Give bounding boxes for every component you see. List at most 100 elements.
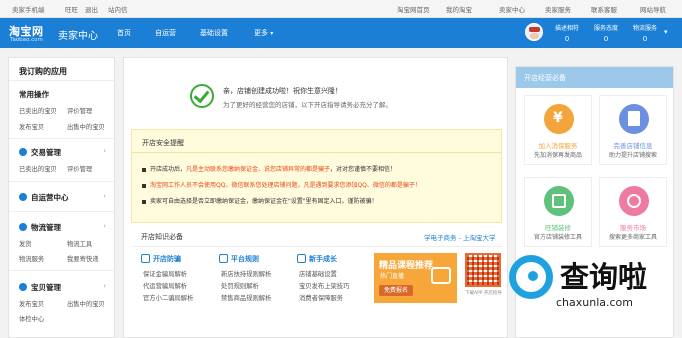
sidebar-link-publish[interactable]: 发布宝贝 <box>19 299 44 308</box>
sidebar-link-sold-items[interactable]: 已卖出的宝贝 <box>19 106 57 115</box>
sidebar-link-on-sale[interactable]: 出售中的宝贝 <box>67 299 105 308</box>
contact-service-link[interactable]: 联系客服 <box>591 4 617 14</box>
card-store-info[interactable]: 完善店铺信息 助力提升店铺搜索 <box>599 95 667 165</box>
col-item[interactable]: 宝贝发布上架技巧 <box>299 281 349 290</box>
col-item[interactable]: 代运营骗局解析 <box>143 281 187 290</box>
course-title: 精品课程推荐 <box>379 261 434 271</box>
col-item[interactable]: 新店扶持规则解析 <box>221 269 271 278</box>
site-nav-link[interactable]: 网站导航 <box>640 4 666 14</box>
notice-text: ，对对您谨慎不要相信！ <box>330 166 397 173</box>
notice-line: 卖家可自由选择是否立即缴纳保证金，缴纳保证金在"设置"里有固定入口，谨防被骗！ <box>142 196 378 205</box>
card-title: 完善店铺信息 <box>613 142 653 150</box>
avatar[interactable] <box>525 23 543 41</box>
nav-basic-settings[interactable]: 基础设置 <box>200 28 228 38</box>
sidebar-link-publish[interactable]: 发布宝贝 <box>19 122 44 131</box>
divider <box>9 80 114 81</box>
course-signup-button[interactable]: 免费报名 <box>379 285 413 296</box>
stat-logistics: 物流服务 0 <box>625 23 665 43</box>
notice-text: 卖家可自由选择是否立即缴纳保证金，缴纳保证金在"设置"里有固定入口，谨防被骗！ <box>150 198 378 205</box>
chevron-right-icon: › <box>103 192 106 200</box>
bullet-icon <box>142 199 146 204</box>
watermark-domain: chaxunla.com <box>556 296 633 309</box>
course-banner[interactable]: 精品课程推荐 热门直播 免费报名 <box>374 253 457 303</box>
sidebar-link-logistics-tools[interactable]: 物流工具 <box>67 239 92 248</box>
safety-notice: 开店安全提醒 开店成功后，凡是主动联系您缴纳保证金、说您店铺异常的都是骗子，对对… <box>131 129 502 223</box>
notice-warning: ，凡是遇到要求您添加QQ、微信的都是骗子！ <box>297 182 421 189</box>
self-operation-icon <box>19 193 27 201</box>
top-utility-bar: 卖家手机端 旺旺 退出 站内信 淘宝网首页 我的淘宝 卖家中心 卖家服务 联系客… <box>0 0 682 18</box>
seller-center-link[interactable]: 卖家中心 <box>499 4 525 14</box>
success-title: 亲，店铺创建成功啦！祝你生意兴隆！ <box>223 87 342 95</box>
logout-link[interactable]: 退出 <box>85 4 98 14</box>
col-item[interactable]: 消费者保障服务 <box>299 293 343 302</box>
sidebar-section-self-operation[interactable]: 自运营中心 <box>31 192 69 203</box>
stat-service: 服务态度 0 <box>586 23 626 43</box>
right-panel-title: 开店经营必备 <box>516 67 673 88</box>
chevron-down-icon[interactable]: ▾ <box>664 28 668 36</box>
taobao-logo-sub: Taobao.com <box>10 37 43 43</box>
bullet-icon <box>142 183 146 188</box>
sidebar-link-reviews[interactable]: 评价管理 <box>67 164 92 173</box>
stat-value: 0 <box>564 35 570 43</box>
divider <box>9 270 114 271</box>
sidebar-link-health-check[interactable]: 体检中心 <box>19 314 44 323</box>
my-taobao-link[interactable]: 我的淘宝 <box>446 4 472 14</box>
wangwang-link[interactable]: 旺旺 <box>65 4 78 14</box>
col-item[interactable]: 禁售商品规则解析 <box>221 293 271 302</box>
trade-icon <box>19 148 27 156</box>
sidebar-link-reviews[interactable]: 评价管理 <box>67 106 92 115</box>
col-title-rules[interactable]: 平台规则 <box>231 254 259 264</box>
stat-value: 0 <box>603 35 609 43</box>
col-item[interactable]: 官方小二骗局解析 <box>143 293 193 302</box>
nav-home[interactable]: 首页 <box>117 28 131 38</box>
qr-code <box>465 253 501 287</box>
inbox-link[interactable]: 站内信 <box>108 4 128 14</box>
notice-text: 开店成功后， <box>150 166 187 173</box>
card-desc: 官方店铺装修工具 <box>533 234 582 241</box>
card-service-market[interactable]: 服务市场 搜索更多商家工具 <box>599 177 667 247</box>
knowledge-header: 开店知识必备 学电子商务 - 上淘宝大学 <box>131 225 502 247</box>
sidebar-link-on-sale[interactable]: 出售中的宝贝 <box>67 122 105 131</box>
watermark: 查询啦 chaxunla.com <box>498 247 682 338</box>
sidebar-section-logistics[interactable]: 物流管理 <box>31 222 61 233</box>
col-title-antifraud[interactable]: 开店防骗 <box>153 254 181 264</box>
stat-label: 描述相符 <box>554 25 579 32</box>
document-icon <box>619 104 649 134</box>
sidebar-link-logistics-service[interactable]: 物流服务 <box>19 254 44 263</box>
notice-line: 淘宝网工作人员不会使用QQ、微信联系您处理店铺问题，凡是遇到要求您添加QQ、微信… <box>142 180 421 189</box>
sidebar-link-ship[interactable]: 发货 <box>19 239 32 248</box>
col-item[interactable]: 保证金骗局解析 <box>143 269 187 278</box>
seller-service-link[interactable]: 卖家服务 <box>545 4 571 14</box>
seller-center-title: 卖家中心 <box>58 31 98 42</box>
taobao-home-link[interactable]: 淘宝网首页 <box>397 4 430 14</box>
card-title: 旺铺装修 <box>545 224 571 232</box>
course-subtitle: 热门直播 <box>380 273 405 280</box>
card-consumer-protection[interactable]: ¥ 加入消保服务 先加消保再发商品 <box>524 95 592 165</box>
sidebar-link-sold-items[interactable]: 已卖出的宝贝 <box>19 164 57 173</box>
col-item[interactable]: 处罚规则解析 <box>221 281 259 290</box>
success-subtitle: 为了更好的经营您的店铺，以下开店指导请务必充分了解。 <box>223 101 392 109</box>
knowledge-section: 开店知识必备 学电子商务 - 上淘宝大学 开店防骗 保证金骗局解析 代运营骗局解… <box>131 225 502 336</box>
paint-icon <box>544 186 574 216</box>
notice-warning: 凡是主动联系您缴纳保证金、说您店铺异常的都是骗子 <box>186 166 331 173</box>
divider <box>9 181 114 182</box>
sidebar-section-trade[interactable]: 交易管理 <box>31 147 61 158</box>
col-title-growth[interactable]: 新手成长 <box>309 254 337 264</box>
nav-more[interactable]: 更多 ▾ <box>254 28 273 38</box>
mobile-seller-link[interactable]: 卖家手机端 <box>12 4 45 14</box>
search-logo-icon <box>509 255 553 299</box>
card-store-decoration[interactable]: 旺铺装修 官方店铺装修工具 <box>524 177 592 247</box>
common-ops-title: 常用操作 <box>19 90 49 99</box>
card-title: 加入消保服务 <box>538 142 578 150</box>
growth-icon <box>297 254 306 263</box>
shield-icon <box>141 254 150 263</box>
nav-self-operation[interactable]: 自运营 <box>155 28 176 38</box>
sidebar: 我订购的应用 常用操作 已卖出的宝贝 评价管理 发布宝贝 出售中的宝贝 交易管理… <box>8 57 115 338</box>
card-desc: 助力提升店铺搜索 <box>608 152 657 159</box>
col-item[interactable]: 店铺基础设置 <box>299 269 337 278</box>
tv-icon <box>431 267 451 284</box>
sidebar-section-items[interactable]: 宝贝管理 <box>31 282 61 293</box>
sidebar-link-send-express[interactable]: 我要寄快递 <box>67 254 98 263</box>
yen-icon: ¥ <box>544 104 574 134</box>
taobao-university-link[interactable]: 学电子商务 - 上淘宝大学 <box>424 232 495 242</box>
